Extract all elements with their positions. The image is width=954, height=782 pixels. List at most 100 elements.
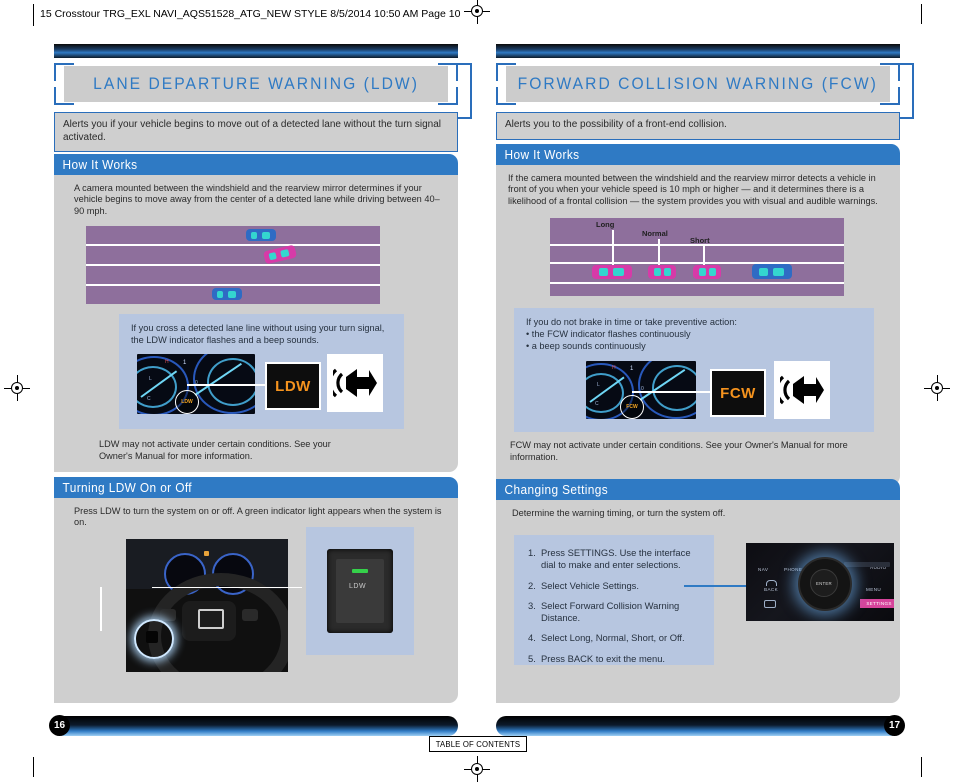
wheel-control-right: [242, 608, 258, 621]
section-body: Determine the warning timing, or turn th…: [496, 500, 900, 703]
settings-step: 3. Select Forward Collision Warning Dist…: [528, 600, 704, 623]
ldw-switch-body: LDW: [327, 548, 393, 633]
step-number: 4.: [528, 632, 536, 644]
trim-mark-top-right: [921, 4, 922, 24]
fcw-callout-bullets: • the FCW indicator flashes continuously…: [526, 329, 864, 353]
distance-label-normal: Normal: [642, 229, 668, 239]
page-top-bar: [54, 44, 458, 58]
leader-line: [152, 586, 302, 589]
section-header-label: How It Works: [504, 147, 580, 162]
table-of-contents-button[interactable]: TABLE OF CONTENTS: [429, 736, 527, 752]
page-title-box: LANE DEPARTURE WARNING (LDW): [64, 66, 448, 102]
audio-control-panel-photo: NAV PHONE AUDIO BACK MENU SETTINGS ENTER: [746, 543, 894, 622]
bracket-bottom-left: [54, 87, 74, 105]
settings-step: 4. Select Long, Normal, Short, or Off.: [528, 632, 704, 644]
lane-divider: [86, 264, 380, 267]
car-icon-magenta-long: [592, 265, 632, 280]
page-title: LANE DEPARTURE WARNING (LDW): [93, 74, 419, 93]
lane-divider: [550, 282, 844, 285]
lane-divider: [550, 262, 844, 265]
ldw-footnote: LDW may not activate under certain condi…: [99, 439, 331, 461]
page-title: FORWARD COLLISION WARNING (FCW): [517, 74, 879, 93]
distance-leader-long: [612, 230, 614, 267]
fcw-bullet-1: • the FCW indicator flashes continuously: [526, 328, 691, 339]
car-icon-magenta-normal: [648, 265, 676, 280]
section-body: If the camera mounted between the windsh…: [496, 165, 900, 485]
ldw-indicator-label: LDW: [275, 377, 311, 395]
audio-panel-menu-label[interactable]: MENU: [866, 587, 881, 592]
leader-line: [187, 384, 267, 386]
intro-box: Alerts you to the possibility of a front…: [496, 112, 900, 140]
trim-mark-top-left: [33, 4, 34, 24]
ldw-button-on-wheel: [146, 630, 158, 643]
instrument-cluster-photo: H L C 1 0 FCW: [586, 361, 696, 420]
beep-sound-tile: [774, 361, 830, 420]
fcw-indicator-label: FCW: [720, 384, 756, 402]
step-number: 1.: [528, 547, 536, 559]
print-header-text: 15 Crosstour TRG_EXL NAVI_AQS51528_ATG_N…: [40, 8, 461, 20]
page-top-bar: [496, 44, 900, 58]
section-header-label: How It Works: [62, 157, 138, 172]
cluster-ldw-badge-label: LDW: [181, 399, 193, 406]
ldw-button-closeup: LDW: [306, 526, 414, 655]
how-it-works-body: If the camera mounted between the windsh…: [508, 173, 878, 206]
ldw-switch-label: LDW: [349, 582, 367, 590]
fcw-callout: If you do not brake in time or take prev…: [514, 308, 874, 433]
step-text: Press BACK to exit the menu.: [541, 652, 666, 664]
audio-panel-seek-bar: [844, 562, 890, 568]
bracket-top-right: [438, 63, 458, 81]
settings-steps-list: 1. Press SETTINGS. Use the interface dia…: [514, 535, 714, 666]
section-how-it-works: How It Works If the camera mounted betwe…: [496, 144, 900, 485]
car-icon-blue-lower: [212, 288, 242, 301]
registration-mark-left: [4, 375, 30, 401]
wheel-control-left: [160, 608, 176, 621]
footer-bar-right: [496, 716, 900, 736]
step-text: Select Forward Collision Warning Distanc…: [541, 600, 680, 623]
page-right-fcw: FORWARD COLLISION WARNING (FCW) Alerts y…: [496, 44, 914, 718]
trim-mark-bottom-right: [921, 757, 922, 777]
bracket-top-right: [880, 63, 900, 81]
step-number: 2.: [528, 579, 536, 591]
ldw-callout-text: If you cross a detected lane line withou…: [131, 323, 385, 345]
registration-mark-right: [924, 375, 950, 401]
car-icon-magenta-short: [693, 265, 721, 280]
page-edge-tab: [900, 63, 914, 119]
page-title-area: LANE DEPARTURE WARNING (LDW): [54, 63, 472, 119]
page-title-box: FORWARD COLLISION WARNING (FCW): [506, 66, 890, 102]
registration-mark-bottom: [464, 756, 490, 782]
dial-enter-label: ENTER: [816, 580, 832, 586]
ldw-callout: If you cross a detected lane line withou…: [119, 314, 404, 430]
page-number-right: 17: [884, 715, 905, 736]
page-left-ldw: LANE DEPARTURE WARNING (LDW) Alerts you …: [54, 44, 472, 718]
step-text: Press SETTINGS. Use the interface dial t…: [541, 547, 691, 570]
turning-ldw-body: Press LDW to turn the system on or off. …: [74, 506, 442, 528]
changing-settings-body: Determine the warning timing, or turn th…: [512, 508, 726, 518]
section-header-label: Turning LDW On or Off: [62, 480, 192, 495]
registration-mark-top: [464, 0, 490, 24]
bracket-top-left: [496, 63, 516, 81]
audio-panel-back-label[interactable]: BACK: [764, 587, 778, 592]
steering-wheel-photo: [126, 538, 288, 672]
page-number-right-label: 17: [888, 720, 901, 731]
section-body: A camera mounted between the windshield …: [54, 175, 458, 472]
section-turning-ldw: Turning LDW On or Off Press LDW to turn …: [54, 477, 458, 703]
cluster-ldw-indicator: LDW: [175, 390, 199, 415]
volume-icon: [764, 600, 776, 609]
fcw-bullet-2: • a beep sounds continuously: [526, 340, 646, 351]
page-title-area: FORWARD COLLISION WARNING (FCW): [496, 63, 914, 119]
intro-text: Alerts you if your vehicle begins to mov…: [63, 119, 441, 143]
ldw-switch-face: LDW: [336, 558, 384, 623]
section-header: Turning LDW On or Off: [54, 477, 458, 498]
dial-enter-button[interactable]: ENTER: [810, 569, 838, 598]
section-how-it-works: How It Works A camera mounted between th…: [54, 154, 458, 472]
audio-panel-nav-label[interactable]: NAV: [758, 567, 768, 572]
table-of-contents-label: TABLE OF CONTENTS: [435, 739, 521, 749]
trim-mark-bottom-left: [33, 757, 34, 777]
car-icon-blue-upper: [246, 229, 276, 242]
settings-step: 2. Select Vehicle Settings.: [528, 580, 704, 592]
fcw-distance-diagram: Long Normal Short: [550, 218, 844, 297]
audio-panel-settings-button[interactable]: SETTINGS: [860, 599, 894, 609]
how-it-works-body: A camera mounted between the windshield …: [74, 183, 440, 216]
car-icon-blue-lead: [752, 264, 792, 280]
cluster-fcw-badge-label: FCW: [626, 404, 638, 411]
